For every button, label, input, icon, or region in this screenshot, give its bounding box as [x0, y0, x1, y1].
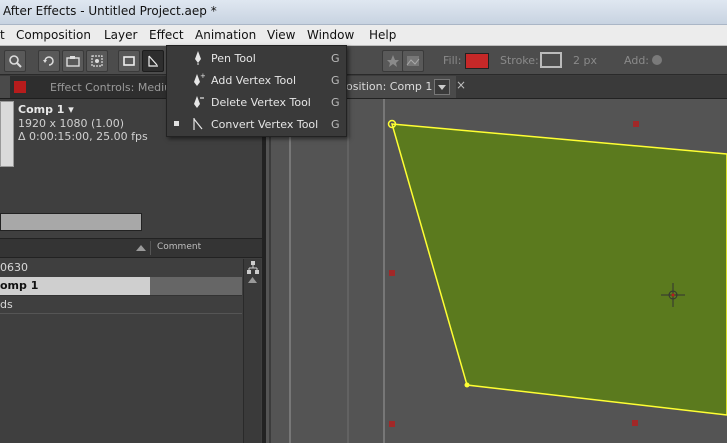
menu-item-shortcut: G	[331, 74, 340, 87]
project-tab-stub[interactable]	[0, 76, 10, 98]
mask-feather-button[interactable]	[402, 50, 424, 72]
vertical-scrollbar[interactable]	[243, 259, 261, 443]
comment-column-header[interactable]: Comment	[157, 242, 201, 252]
add-label: Add:	[624, 54, 650, 67]
menu-item-add-vertex-tool[interactable]: + Add Vertex Tool G	[167, 70, 346, 92]
comp-duration: Δ 0:00:15:00, 25.00 fps	[18, 130, 148, 143]
flowchart-icon[interactable]	[247, 261, 259, 275]
pan-behind-tool-button[interactable]	[86, 50, 108, 72]
sort-up-icon[interactable]	[136, 244, 146, 252]
pen-icon	[195, 51, 201, 65]
add-vertex-icon: +	[194, 72, 205, 86]
scroll-up-icon[interactable]	[248, 277, 257, 283]
title-bar: After Effects - Untitled Project.aep *	[0, 0, 727, 25]
rotate-icon	[43, 56, 54, 66]
stroke-color-swatch[interactable]	[540, 52, 562, 68]
menu-bar: t Composition Layer Effect Animation Vie…	[0, 25, 727, 46]
vertex-handle	[464, 382, 470, 388]
star-tool-button[interactable]	[382, 50, 404, 72]
bounding-box-handle	[389, 421, 395, 427]
menu-item-convert-vertex-tool[interactable]: Convert Vertex Tool G	[167, 114, 346, 136]
list-item-selected[interactable]: omp 1	[0, 277, 150, 295]
menu-view[interactable]: View	[267, 28, 295, 42]
menu-animation[interactable]: Animation	[195, 28, 256, 42]
list-item-comment	[150, 277, 242, 295]
menu-item-label: Convert Vertex Tool	[211, 118, 319, 131]
menu-item-shortcut: G	[331, 118, 340, 131]
rectangle-tool-button[interactable]	[118, 50, 140, 72]
menu-item-pen-tool[interactable]: Pen Tool G	[167, 48, 346, 70]
window-title: After Effects - Untitled Project.aep *	[3, 4, 217, 18]
tools-panel: Fill: Stroke: 2 px Add:	[0, 46, 727, 75]
search-field[interactable]	[0, 213, 142, 231]
convert-vertex-icon	[193, 118, 203, 130]
list-item-label: ds	[0, 298, 13, 311]
comp-name[interactable]: Comp 1 ▾	[18, 103, 74, 116]
image-icon	[406, 56, 420, 66]
project-panel: Comp 1 ▾ 1920 x 1080 (1.00) Δ 0:00:15:00…	[0, 99, 262, 443]
add-dropdown-icon[interactable]	[652, 55, 662, 65]
bounding-box-handle	[389, 270, 395, 276]
camera-icon	[66, 56, 80, 67]
camera-tool-button[interactable]	[62, 50, 84, 72]
list-item-label: omp 1	[0, 279, 39, 292]
menu-help[interactable]: Help	[369, 28, 396, 42]
menu-item-shortcut: G	[331, 52, 340, 65]
comp-resolution: 1920 x 1080 (1.00)	[18, 117, 125, 130]
menu-file-partial[interactable]: t	[0, 28, 5, 42]
bounding-box-handle	[632, 420, 638, 426]
comp-dropdown-button[interactable]	[434, 79, 450, 95]
fill-label: Fill:	[443, 54, 462, 67]
row-divider	[0, 313, 242, 314]
zoom-tool-button[interactable]	[4, 50, 26, 72]
list-item[interactable]: ds	[0, 295, 242, 314]
column-header-row: Comment	[0, 238, 262, 258]
composition-canvas[interactable]	[266, 99, 727, 443]
menu-item-label: Delete Vertex Tool	[211, 96, 311, 109]
magnifier-icon	[9, 55, 22, 68]
rectangle-icon	[123, 56, 135, 66]
menu-effect[interactable]: Effect	[149, 28, 184, 42]
column-separator	[150, 241, 151, 255]
close-tab-icon[interactable]: ×	[456, 78, 466, 92]
rotate-tool-button[interactable]	[38, 50, 60, 72]
stroke-label: Stroke:	[500, 54, 539, 67]
menu-item-label: Add Vertex Tool	[211, 74, 297, 87]
pen-tools-menu: Pen Tool G + Add Vertex Tool G Delete Ve…	[166, 45, 347, 137]
svg-text:+: +	[200, 72, 205, 80]
pan-behind-icon	[91, 55, 103, 67]
comp-thumbnail	[0, 101, 14, 167]
bounding-box-handle	[633, 121, 639, 127]
effect-controls-icon	[14, 81, 26, 93]
effect-controls-tab[interactable]: Effect Controls: Mediu	[50, 81, 171, 94]
menu-layer[interactable]: Layer	[104, 28, 137, 42]
delete-vertex-icon	[194, 96, 204, 108]
menu-window[interactable]: Window	[307, 28, 354, 42]
chevron-down-icon	[438, 85, 446, 90]
list-item[interactable]: 0630	[0, 259, 242, 277]
menu-item-shortcut: G	[331, 96, 340, 109]
menu-item-delete-vertex-tool[interactable]: Delete Vertex Tool G	[167, 92, 346, 114]
checked-indicator	[174, 121, 179, 126]
convert-vertex-tool-button[interactable]	[142, 50, 164, 72]
composition-tab-label: osition: Comp 1	[346, 80, 433, 93]
fill-color-swatch[interactable]	[465, 53, 489, 69]
menu-item-label: Pen Tool	[211, 52, 256, 65]
convert-vertex-icon	[148, 55, 158, 67]
list-item-label: 0630	[0, 261, 28, 274]
star-icon	[387, 55, 399, 67]
composition-viewer[interactable]	[266, 99, 727, 443]
menu-composition[interactable]: Composition	[16, 28, 91, 42]
stroke-width-value[interactable]: 2 px	[573, 54, 597, 67]
